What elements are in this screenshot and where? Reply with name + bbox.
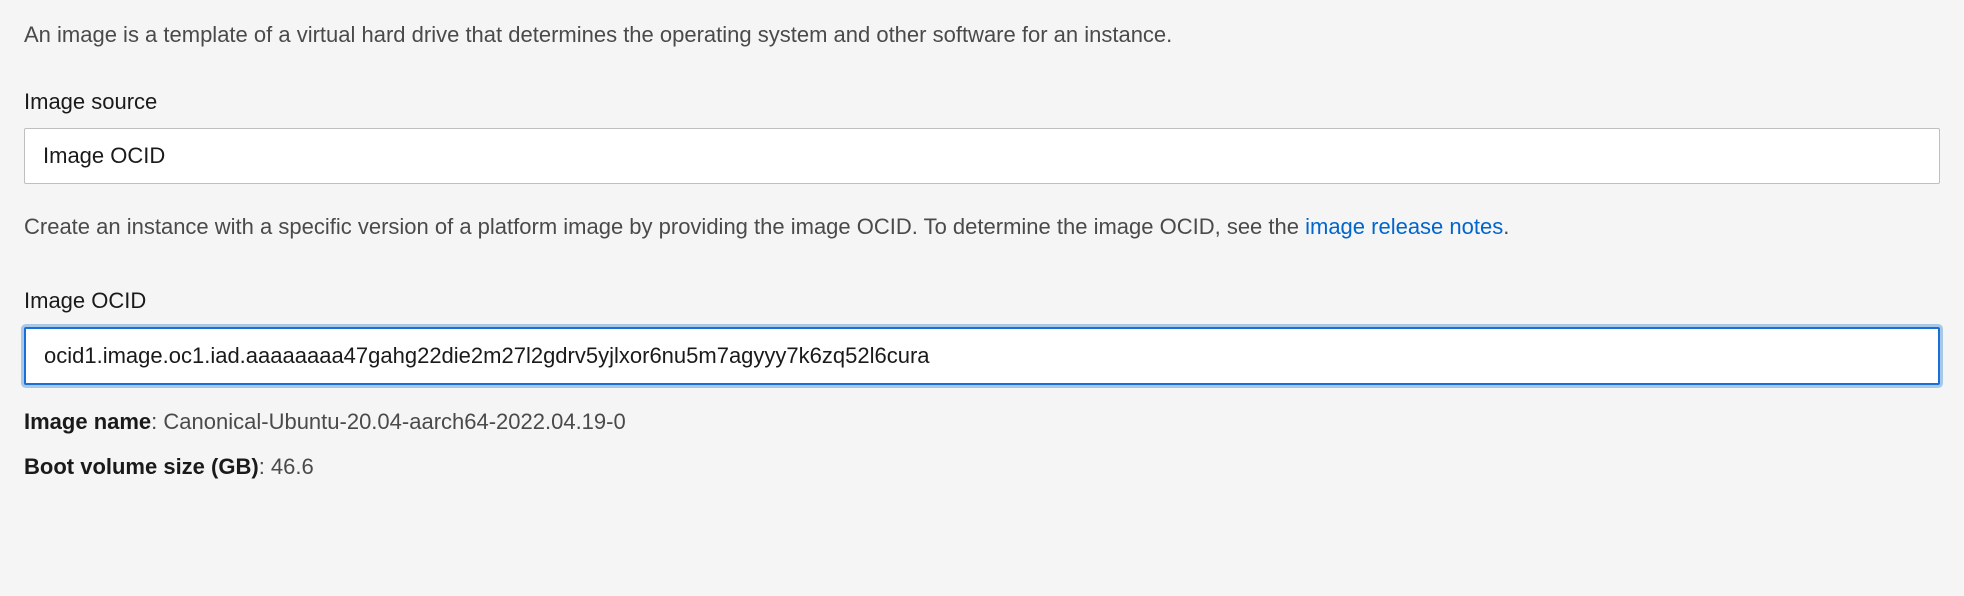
image-source-select[interactable]: Image OCID (24, 128, 1940, 184)
image-name-colon: : (151, 409, 163, 434)
helper-suffix: . (1503, 214, 1509, 239)
image-name-detail: Image name: Canonical-Ubuntu-20.04-aarch… (24, 407, 1940, 438)
helper-prefix: Create an instance with a specific versi… (24, 214, 1305, 239)
image-source-field-group: Image source Image OCID (24, 87, 1940, 184)
image-release-notes-link[interactable]: image release notes (1305, 214, 1503, 239)
image-source-select-value: Image OCID (43, 143, 165, 168)
image-ocid-label: Image OCID (24, 286, 1940, 317)
boot-volume-value: 46.6 (271, 454, 314, 479)
image-ocid-field-group: Image OCID (24, 286, 1940, 385)
image-source-label: Image source (24, 87, 1940, 118)
image-ocid-input[interactable] (24, 327, 1940, 385)
boot-volume-detail: Boot volume size (GB): 46.6 (24, 452, 1940, 483)
ocid-helper-text: Create an instance with a specific versi… (24, 212, 1940, 243)
image-name-value: Canonical-Ubuntu-20.04-aarch64-2022.04.1… (163, 409, 625, 434)
boot-volume-colon: : (259, 454, 271, 479)
image-source-select-wrapper: Image OCID (24, 128, 1940, 184)
image-description-text: An image is a template of a virtual hard… (24, 20, 1940, 51)
boot-volume-label: Boot volume size (GB) (24, 454, 259, 479)
image-name-label: Image name (24, 409, 151, 434)
